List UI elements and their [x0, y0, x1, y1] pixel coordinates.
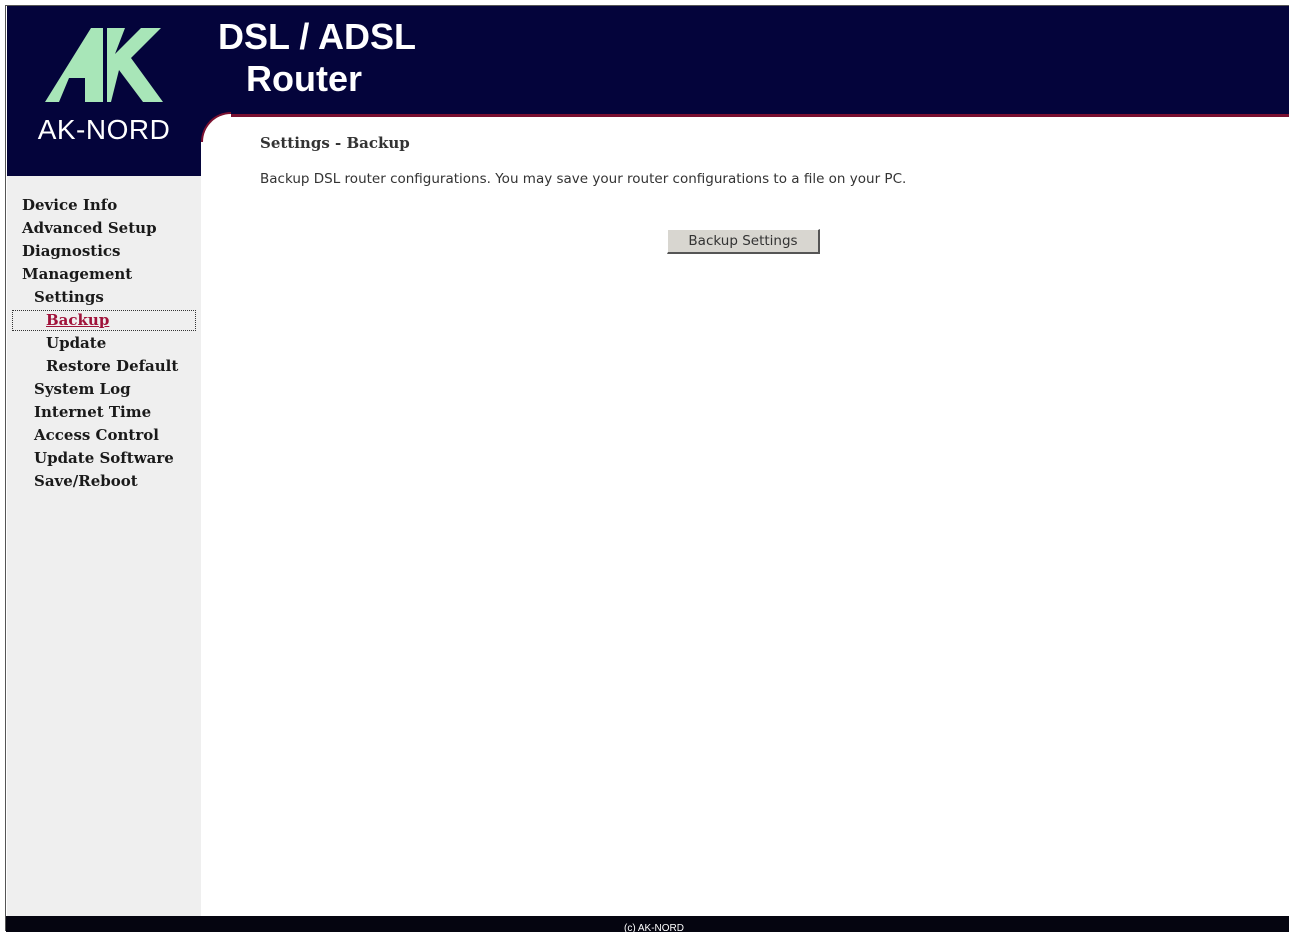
- nav-update-software[interactable]: Update Software: [7, 447, 201, 470]
- main-content: Settings - Backup Backup DSL router conf…: [260, 134, 906, 187]
- nav-internet-time[interactable]: Internet Time: [7, 401, 201, 424]
- brand-name: AK-NORD: [37, 114, 171, 145]
- sidebar: AK-NORD Device Info Advanced Setup Diagn…: [7, 6, 201, 916]
- ak-logo-icon: [45, 28, 163, 102]
- nav-diagnostics[interactable]: Diagnostics: [7, 240, 201, 263]
- nav-device-info[interactable]: Device Info: [7, 194, 201, 217]
- footer: (c) AK-NORD: [6, 916, 1289, 934]
- sidebar-nav: Device Info Advanced Setup Diagnostics M…: [7, 194, 201, 493]
- nav-restore-default[interactable]: Restore Default: [7, 355, 201, 378]
- nav-save-reboot[interactable]: Save/Reboot: [7, 470, 201, 493]
- banner-title-line1: DSL / ADSL: [218, 16, 417, 57]
- nav-backup[interactable]: Backup: [11, 309, 197, 332]
- banner-title: DSL / ADSL Router: [218, 16, 416, 100]
- nav-system-log[interactable]: System Log: [7, 378, 201, 401]
- nav-management[interactable]: Management: [7, 263, 201, 286]
- nav-update[interactable]: Update: [7, 332, 201, 355]
- logo-area: AK-NORD: [7, 6, 201, 176]
- banner-title-line2: Router: [246, 58, 362, 99]
- backup-settings-button[interactable]: Backup Settings: [667, 229, 820, 254]
- footer-copyright-link[interactable]: (c) AK-NORD: [624, 923, 684, 934]
- banner-corner: [201, 112, 231, 142]
- router-admin-page: AK-NORD Device Info Advanced Setup Diagn…: [5, 5, 1289, 934]
- nav-settings[interactable]: Settings: [7, 286, 201, 309]
- page-title: Settings - Backup: [260, 134, 410, 152]
- nav-access-control[interactable]: Access Control: [7, 424, 201, 447]
- header-banner: DSL / ADSL Router: [201, 6, 1289, 117]
- page-description: Backup DSL router configurations. You ma…: [260, 171, 907, 187]
- nav-advanced-setup[interactable]: Advanced Setup: [7, 217, 201, 240]
